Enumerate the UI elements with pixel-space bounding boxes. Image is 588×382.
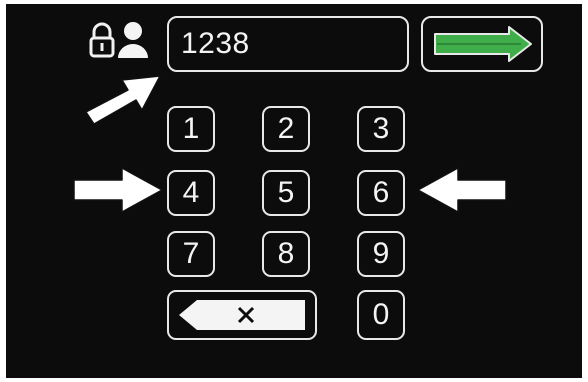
key-4[interactable]: 4 [167,170,215,216]
lock-icon [89,22,115,58]
key-2[interactable]: 2 [262,106,310,152]
key-7[interactable]: 7 [167,231,215,277]
annotation-arrow-key-4 [73,167,163,213]
lock-user-indicator [88,20,160,64]
pin-input[interactable]: 1238 [167,16,409,72]
key-0[interactable]: 0 [357,290,405,340]
backspace-icon [179,300,305,330]
key-6[interactable]: 6 [357,170,405,216]
pin-value: 1238 [181,27,250,60]
backspace-button[interactable] [167,290,317,340]
key-3[interactable]: 3 [357,106,405,152]
key-9[interactable]: 9 [357,231,405,277]
key-1[interactable]: 1 [167,106,215,152]
right-arrow-icon [434,26,532,62]
annotation-arrow-key-6 [417,167,507,213]
enter-button[interactable] [421,16,543,72]
key-5[interactable]: 5 [262,170,310,216]
user-icon [118,22,148,58]
key-8[interactable]: 8 [262,231,310,277]
annotation-arrow-pin-field [85,75,161,125]
